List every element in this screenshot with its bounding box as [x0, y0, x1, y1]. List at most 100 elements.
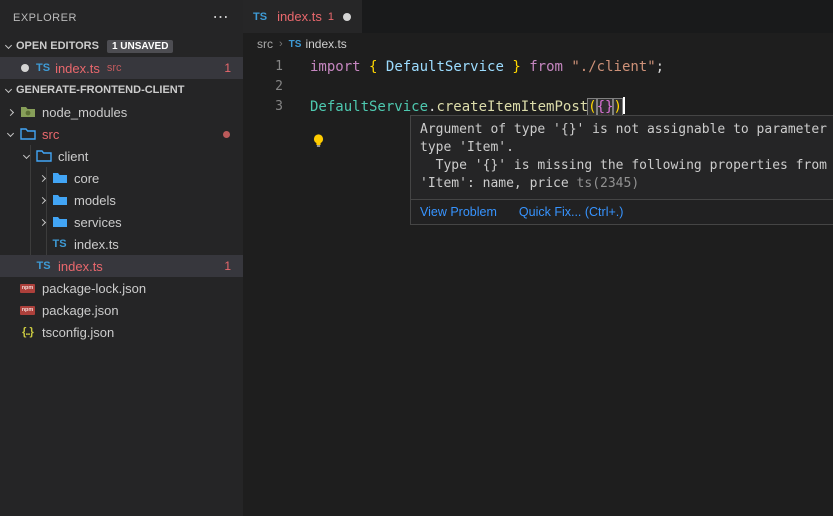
open-editor-path: src	[107, 62, 122, 74]
code-line: 1import { DefaultService } from "./clien…	[243, 57, 833, 77]
twistie-spacer	[34, 236, 50, 252]
open-editor-filename: index.ts	[55, 61, 100, 76]
code-token: from	[529, 59, 563, 75]
error-message-line: 'Item': name, price ts(2345)	[420, 175, 833, 193]
code-token: )	[613, 99, 621, 115]
code-line: 3DefaultService.createItemItemPost({})	[243, 97, 833, 117]
tree-item-services[interactable]: services	[0, 211, 243, 233]
code-token: "./client"	[571, 59, 655, 75]
tree-item-label: client	[58, 149, 88, 164]
tree-item-package-json[interactable]: npm package.json	[0, 299, 243, 321]
line-number: 1	[243, 57, 283, 77]
typescript-file-icon: TS	[34, 260, 53, 272]
tree-item-client[interactable]: client	[0, 145, 243, 167]
tree-item-label: models	[74, 193, 116, 208]
unsaved-badge: 1 UNSAVED	[107, 40, 174, 53]
code-token: DefaultService	[386, 59, 504, 75]
folder-icon	[34, 148, 53, 164]
twistie-spacer	[2, 302, 18, 318]
tree-item-package-lock-json[interactable]: npm package-lock.json	[0, 277, 243, 299]
error-hover-tooltip: Argument of type '{}' is not assignable …	[410, 115, 833, 225]
twistie-spacer	[2, 324, 18, 340]
tree-item-src[interactable]: src	[0, 123, 243, 145]
tab-filename: index.ts	[277, 9, 322, 24]
tree-item-node-modules[interactable]: node_modules	[0, 101, 243, 123]
breadcrumb-folder[interactable]: src	[257, 37, 273, 51]
folder-icon	[50, 214, 69, 230]
error-count-badge: 1	[224, 259, 231, 273]
code-token: }	[512, 59, 520, 75]
npm-file-icon: npm	[18, 284, 37, 293]
typescript-file-icon: TS	[253, 11, 267, 23]
tree-item-label: services	[74, 215, 122, 230]
chevron-down-icon	[0, 38, 16, 54]
npm-file-icon: npm	[18, 306, 37, 315]
code-token	[521, 59, 529, 75]
chevron-down-icon	[2, 126, 18, 142]
quick-fix-link[interactable]: Quick Fix... (Ctrl+.)	[519, 205, 624, 219]
breadcrumb-file[interactable]: index.ts	[305, 37, 346, 51]
tree-item-index-ts[interactable]: TS index.ts 1	[0, 255, 243, 277]
tree-item-label: package-lock.json	[42, 281, 146, 296]
modified-dot-icon	[21, 64, 29, 72]
error-dot-badge	[223, 131, 230, 138]
code-token	[361, 59, 369, 75]
error-message: Argument of type '{}' is not assignable …	[411, 116, 833, 199]
code-token: import	[310, 59, 361, 75]
folder-icon	[50, 192, 69, 208]
line-number: 2	[243, 77, 283, 97]
dirty-indicator-icon[interactable]	[343, 13, 351, 21]
code-token	[377, 59, 385, 75]
more-actions-icon[interactable]: ⋯	[213, 7, 230, 27]
lightbulb-icon[interactable]	[311, 133, 326, 155]
open-editors-header[interactable]: OPEN EDITORS 1 UNSAVED	[0, 35, 243, 57]
typescript-file-icon: TS	[36, 62, 50, 74]
open-editor-item-index-ts[interactable]: TS index.ts src 1	[0, 57, 243, 79]
code-token: ;	[656, 59, 664, 75]
tree-item-label: src	[42, 127, 59, 142]
typescript-file-icon: TS	[50, 238, 69, 250]
tree-item-index-ts[interactable]: TS index.ts	[0, 233, 243, 255]
tree-item-core[interactable]: core	[0, 167, 243, 189]
code-token: DefaultService	[310, 99, 428, 115]
chevron-right-icon	[2, 104, 18, 120]
tree-item-label: index.ts	[58, 259, 103, 274]
node-modules-folder-icon	[18, 104, 37, 120]
view-problem-link[interactable]: View Problem	[420, 205, 497, 219]
tab-bar: TS index.ts 1	[243, 0, 833, 33]
vscode-window: EXPLORER ⋯ OPEN EDITORS 1 UNSAVED TS ind…	[0, 0, 833, 516]
typescript-file-icon: TS	[289, 39, 302, 50]
text-cursor	[623, 97, 626, 114]
folder-icon	[18, 126, 37, 142]
explorer-sidebar: EXPLORER ⋯ OPEN EDITORS 1 UNSAVED TS ind…	[0, 0, 243, 516]
open-editors-label: OPEN EDITORS	[16, 40, 99, 52]
error-message-line: type 'Item'.	[420, 139, 833, 157]
tree-item-models[interactable]: models	[0, 189, 243, 211]
chevron-right-icon: ›	[279, 38, 283, 50]
code-token: (	[588, 99, 596, 115]
chevron-down-icon	[0, 82, 16, 98]
code-editor[interactable]: 1import { DefaultService } from "./clien…	[243, 55, 833, 117]
explorer-title: EXPLORER	[13, 12, 77, 24]
error-count-badge: 1	[224, 61, 231, 75]
twistie-spacer	[18, 258, 34, 274]
tree-item-label: node_modules	[42, 105, 127, 120]
twistie-spacer	[2, 280, 18, 296]
json-config-file-icon: {..}	[18, 326, 37, 338]
tab-index-ts[interactable]: TS index.ts 1	[243, 0, 362, 33]
code-line: 2	[243, 77, 833, 97]
tab-error-count: 1	[328, 11, 334, 23]
breadcrumb: src › TS index.ts	[243, 33, 833, 55]
tree-item-label: index.ts	[74, 237, 119, 252]
chevron-right-icon	[34, 192, 50, 208]
explorer-header: EXPLORER ⋯	[0, 0, 243, 35]
tree-item-tsconfig-json[interactable]: {..}tsconfig.json	[0, 321, 243, 343]
editor-group: TS index.ts 1 src › TS index.ts 1import …	[243, 0, 833, 516]
workspace-root-header[interactable]: GENERATE-FRONTEND-CLIENT	[0, 79, 243, 101]
chevron-down-icon	[18, 148, 34, 164]
code-token: {}	[597, 99, 614, 115]
tree-item-label: package.json	[42, 303, 119, 318]
chevron-right-icon	[34, 214, 50, 230]
chevron-right-icon	[34, 170, 50, 186]
error-message-line: Type '{}' is missing the following prope…	[420, 157, 833, 175]
